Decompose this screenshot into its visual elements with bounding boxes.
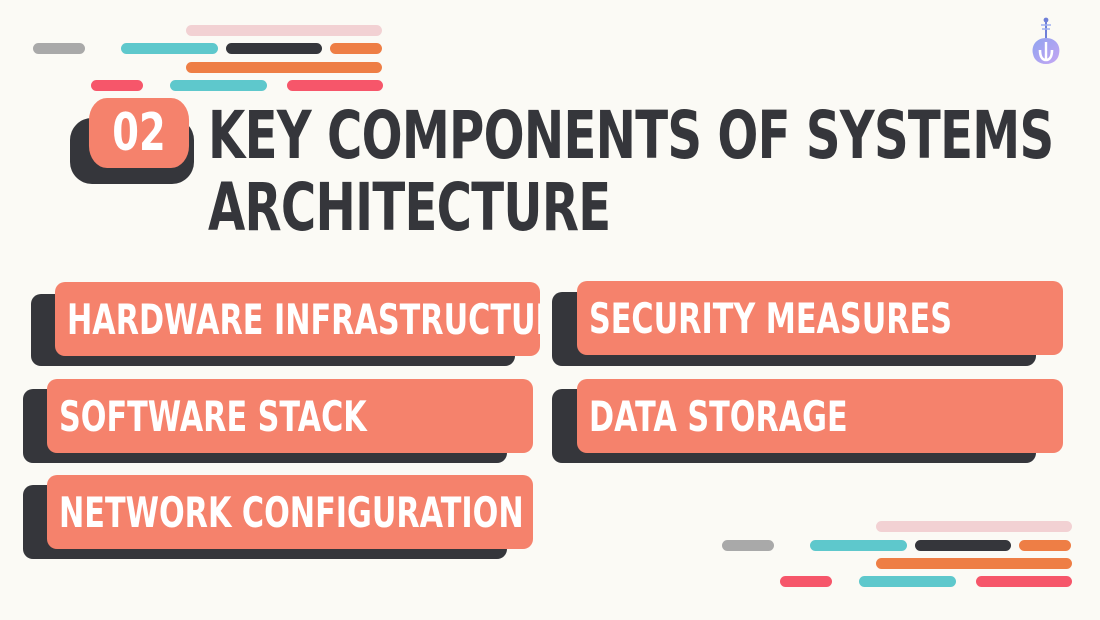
- card-face: SOFTWARE STACK: [47, 379, 533, 453]
- page-title: KEY COMPONENTS OF SYSTEMS ARCHITECTURE: [208, 100, 1088, 244]
- component-label: SECURITY MEASURES: [589, 293, 952, 343]
- card-face: SECURITY MEASURES: [577, 281, 1063, 355]
- decor-bar: [33, 43, 85, 54]
- decor-bar: [91, 80, 143, 91]
- slide-number-badge: 02: [88, 98, 190, 168]
- page-title-line-1: KEY COMPONENTS OF SYSTEMS: [208, 97, 1054, 174]
- component-label: DATA STORAGE: [589, 391, 848, 441]
- decor-bar: [330, 43, 382, 54]
- decor-bar: [121, 43, 218, 54]
- decor-bar: [780, 576, 832, 587]
- card-face: DATA STORAGE: [577, 379, 1063, 453]
- decor-bar: [915, 540, 1011, 551]
- decor-bar: [226, 43, 322, 54]
- decor-bar: [859, 576, 956, 587]
- decor-bar: [186, 62, 382, 73]
- decor-bar: [976, 576, 1072, 587]
- violin-logo-icon: [1024, 16, 1068, 72]
- component-label: NETWORK CONFIGURATION: [59, 487, 524, 537]
- component-label: HARDWARE INFRASTRUCTURE: [67, 294, 540, 344]
- decor-bar: [876, 558, 1072, 569]
- decor-bar: [287, 80, 383, 91]
- page-title-line-2: ARCHITECTURE: [208, 169, 611, 246]
- decor-bar: [810, 540, 907, 551]
- decor-bar: [722, 540, 774, 551]
- decor-bar: [1019, 540, 1071, 551]
- slide-number: 02: [112, 103, 166, 163]
- card-face: NETWORK CONFIGURATION: [47, 475, 533, 549]
- decor-bar: [170, 80, 267, 91]
- card-face: HARDWARE INFRASTRUCTURE: [55, 282, 540, 356]
- decor-bar: [876, 521, 1072, 532]
- decor-bar: [186, 25, 382, 36]
- component-label: SOFTWARE STACK: [59, 391, 367, 441]
